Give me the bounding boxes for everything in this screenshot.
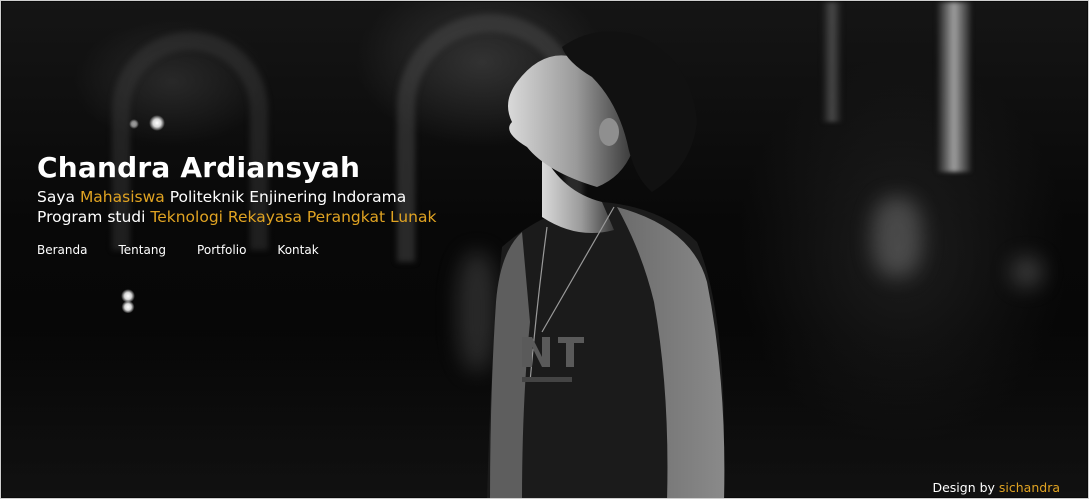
hero-tagline: Saya Mahasiswa Politeknik Enjinering Ind… — [37, 187, 436, 227]
nav-link-kontak[interactable]: Kontak — [277, 243, 318, 257]
main-nav: Beranda Tentang Portfolio Kontak — [37, 243, 350, 257]
nav-link-beranda[interactable]: Beranda — [37, 243, 87, 257]
background-ground — [2, 327, 1087, 497]
background-light — [149, 115, 165, 131]
tagline-highlight-student: Mahasiswa — [79, 188, 165, 206]
tagline-line1-suffix: Politeknik Enjinering Indorama — [164, 188, 407, 206]
background-light — [129, 119, 139, 129]
nav-link-portfolio[interactable]: Portfolio — [197, 243, 246, 257]
background-light — [121, 301, 135, 313]
footer-credit: Design by sichandra — [932, 480, 1060, 495]
background-pillar — [822, 2, 842, 122]
footer-author-link[interactable]: sichandra — [999, 480, 1060, 495]
footer-prefix: Design by — [932, 480, 999, 495]
hero-section: Chandra Ardiansyah Saya Mahasiswa Polite… — [0, 0, 1089, 499]
background-figure — [872, 197, 922, 277]
tagline-line2-prefix: Program studi — [37, 208, 151, 226]
background-pillar — [937, 2, 971, 172]
tagline-line-2: Program studi Teknologi Rekayasa Perangk… — [37, 207, 436, 227]
tagline-line1-prefix: Saya — [37, 188, 80, 206]
hero-name: Chandra Ardiansyah — [37, 151, 361, 184]
background-figure — [1012, 257, 1042, 287]
tagline-highlight-program: Teknologi Rekayasa Perangkat Lunak — [150, 208, 437, 226]
nav-link-tentang[interactable]: Tentang — [118, 243, 166, 257]
tagline-line-1: Saya Mahasiswa Politeknik Enjinering Ind… — [37, 187, 436, 207]
